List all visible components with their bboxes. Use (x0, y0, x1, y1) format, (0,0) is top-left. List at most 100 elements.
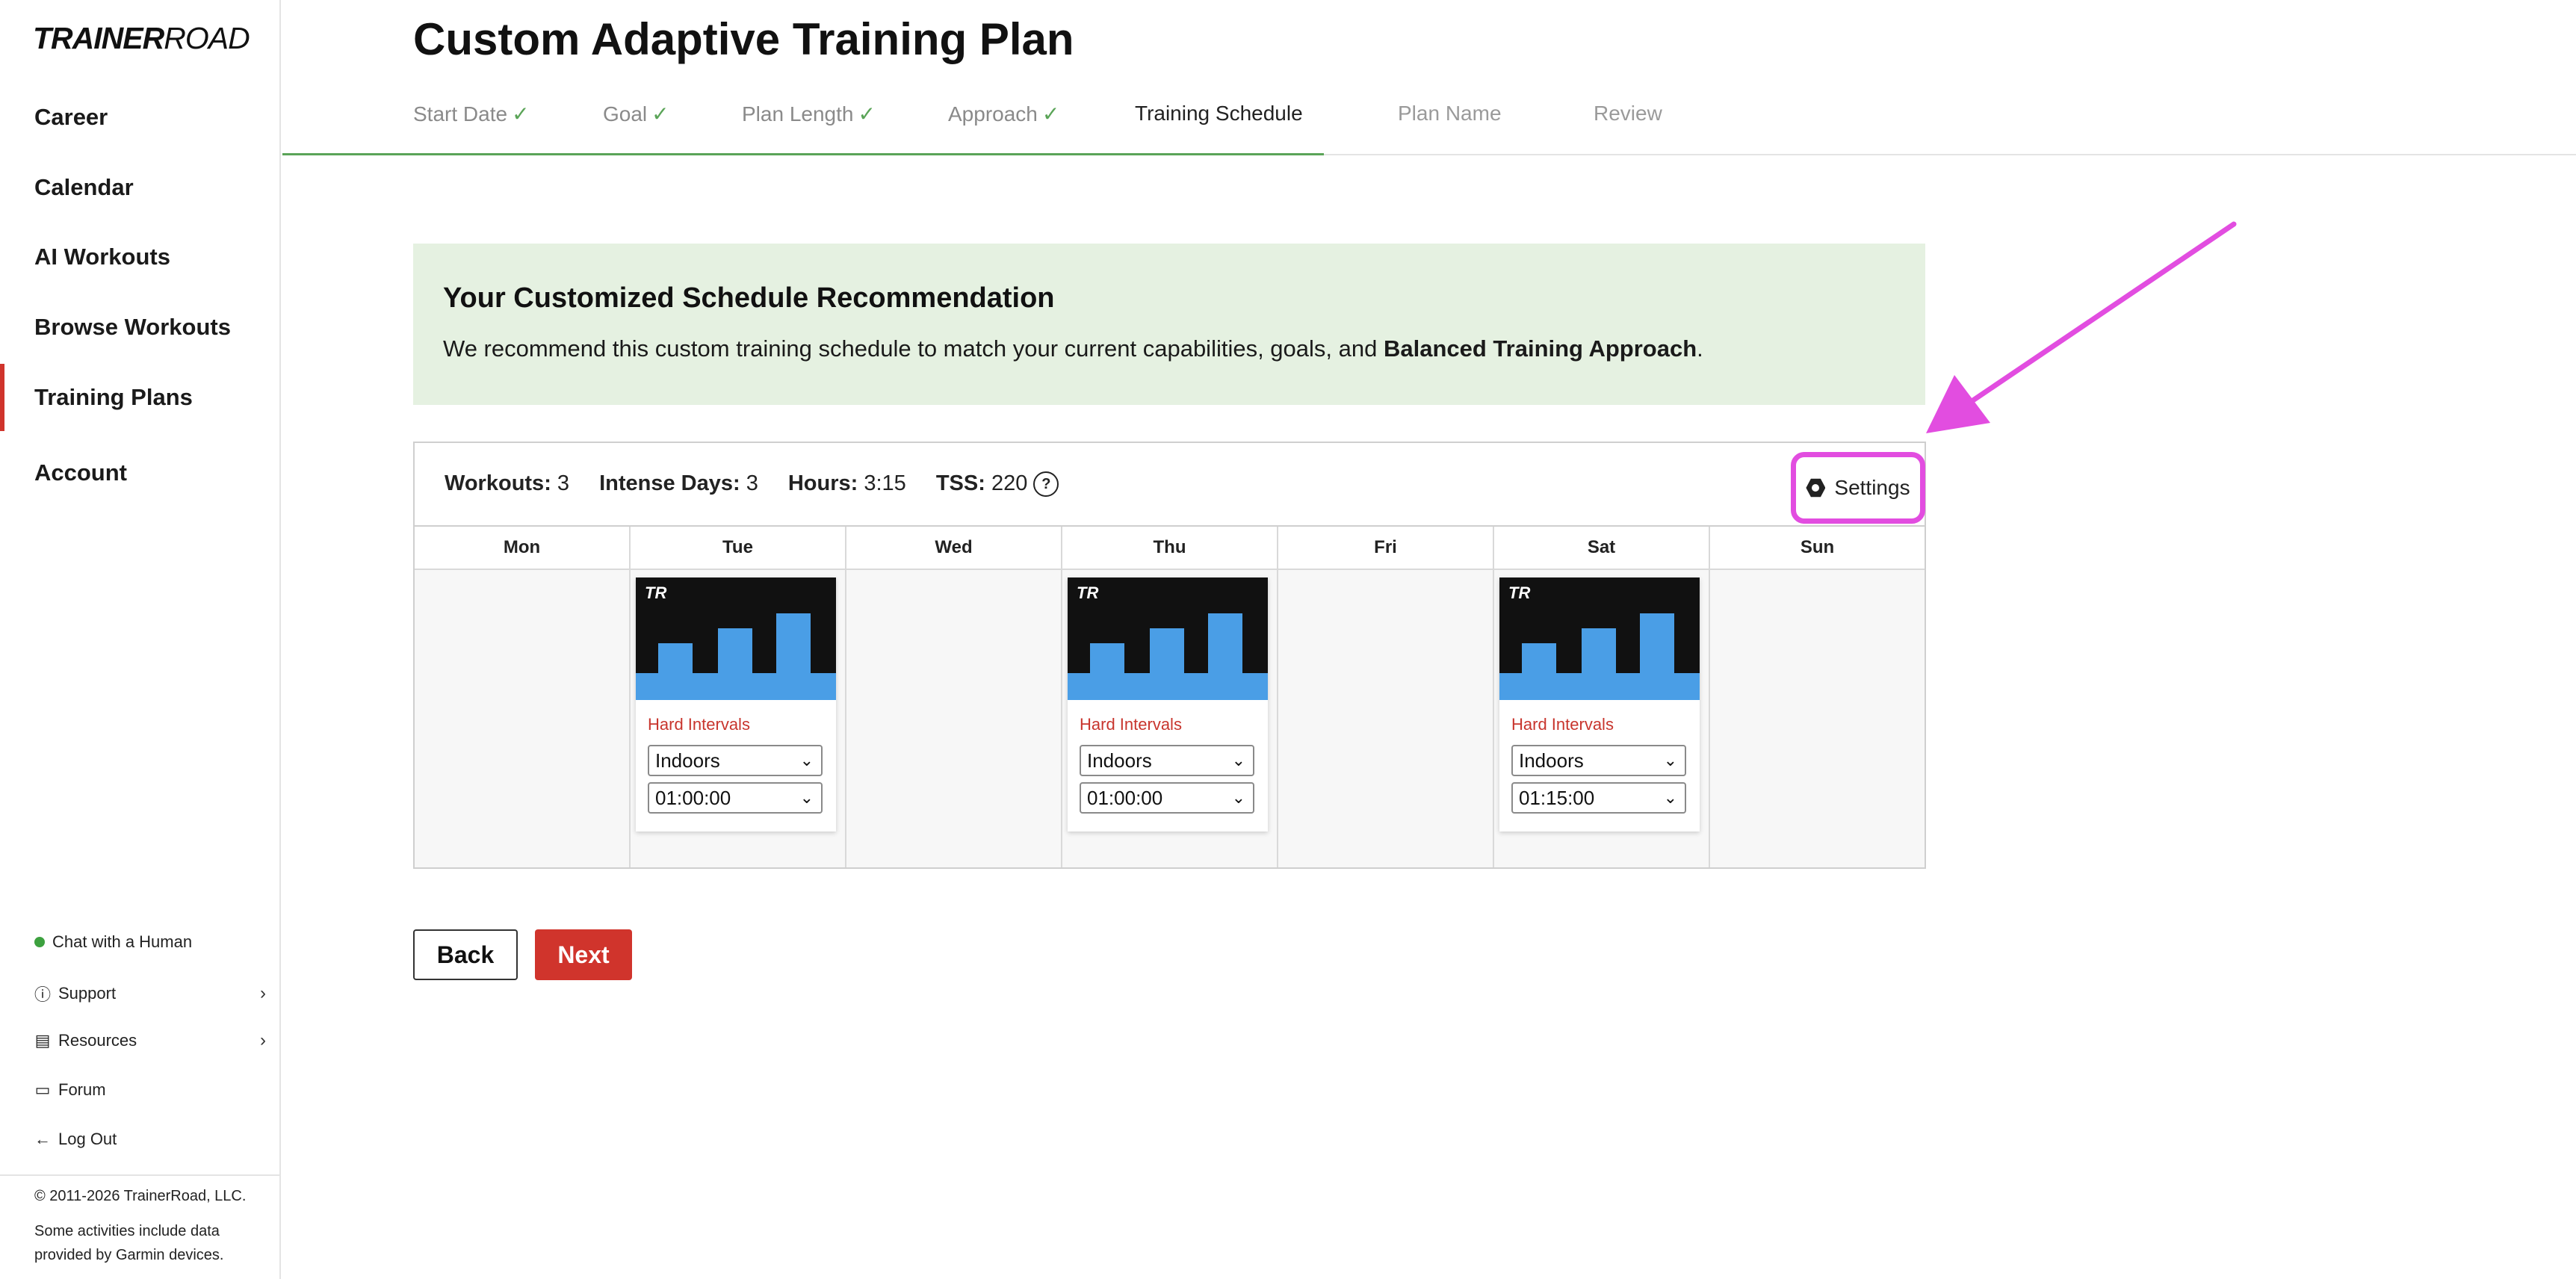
location-value: Indoors (1087, 749, 1152, 772)
banner-text-suffix: . (1697, 335, 1703, 362)
duration-select[interactable]: 01:00:00 ⌄ (648, 782, 823, 814)
trainerroad-logo[interactable]: TRAINERROAD (33, 21, 250, 56)
workout-bar (1640, 613, 1674, 700)
stat-label: TSS: (935, 471, 985, 495)
tr-logo: TR (1077, 583, 1099, 602)
day-column-tue[interactable]: TR Hard Intervals Indoors ⌄ 01:00:00 ⌄ (631, 570, 846, 867)
duration-value: 01:00:00 (655, 786, 731, 809)
tss-help-icon[interactable]: ? (1033, 471, 1059, 498)
day-header-row: Mon Tue Wed Thu Fri Sat Sun (415, 527, 1925, 570)
workout-bar (1582, 628, 1616, 700)
sidebar-item-ai-workouts[interactable]: AI Workouts (0, 223, 279, 291)
resources-link[interactable]: ▤ Resources › (34, 1030, 266, 1050)
training-schedule-grid: Workouts: 3 Intense Days: 3 Hours: 3:15 … (413, 442, 1926, 869)
workout-profile-graph: TR (1068, 577, 1268, 700)
arrow-left-icon: ← (34, 1130, 51, 1148)
day-column-wed[interactable] (846, 570, 1062, 867)
stat-workouts: Workouts: 3 (445, 471, 569, 497)
day-column-sun[interactable] (1710, 570, 1925, 867)
online-status-dot (34, 937, 45, 947)
stat-value: 220 (991, 471, 1028, 495)
workout-bar (658, 643, 693, 700)
sidebar-item-calendar[interactable]: Calendar (0, 154, 279, 221)
stat-value: 3 (746, 471, 758, 495)
sidebar-item-browse-workouts[interactable]: Browse Workouts (0, 294, 279, 361)
stat-value: 3:15 (864, 471, 906, 495)
sidebar-divider (0, 1174, 279, 1176)
step-approach[interactable]: Approach ✓ (948, 102, 1059, 126)
settings-button[interactable]: Settings (1791, 452, 1925, 524)
schedule-stats: Workouts: 3 Intense Days: 3 Hours: 3:15 … (445, 471, 1059, 498)
settings-label: Settings (1834, 476, 1910, 499)
check-icon: ✓ (858, 102, 876, 126)
location-select[interactable]: Indoors ⌄ (1080, 745, 1254, 776)
workout-card-thu[interactable]: TR Hard Intervals Indoors ⌄ 01:00:00 ⌄ (1068, 577, 1268, 831)
forum-label: Forum (58, 1080, 106, 1099)
support-link[interactable]: ⓘ Support › (34, 982, 266, 1006)
sidebar: TRAINERROAD Career Calendar AI Workouts … (0, 0, 281, 1279)
chevron-down-icon: ⌄ (799, 751, 814, 769)
location-select[interactable]: Indoors ⌄ (1511, 745, 1686, 776)
banner-title: Your Customized Schedule Recommendation (443, 282, 1055, 314)
logout-link[interactable]: ← Log Out (34, 1130, 266, 1149)
sidebar-item-career[interactable]: Career (0, 84, 279, 151)
tr-logo: TR (1508, 583, 1531, 602)
step-label: Start Date (413, 102, 508, 126)
logout-label: Log Out (58, 1130, 117, 1148)
logo-text-bold: TRAINER (33, 21, 164, 55)
stat-label: Workouts: (445, 471, 551, 495)
schedule-summary-bar: Workouts: 3 Intense Days: 3 Hours: 3:15 … (415, 443, 1925, 527)
location-select[interactable]: Indoors ⌄ (648, 745, 823, 776)
workout-card-sat[interactable]: TR Hard Intervals Indoors ⌄ 01:15:00 ⌄ (1499, 577, 1700, 831)
chat-with-human-link[interactable]: Chat with a Human (34, 932, 266, 952)
day-header-wed: Wed (846, 527, 1062, 569)
chevron-right-icon: › (260, 983, 266, 1003)
copyright-text: © 2011-2026 TrainerRoad, LLC. (34, 1188, 247, 1204)
workout-card-tue[interactable]: TR Hard Intervals Indoors ⌄ 01:00:00 ⌄ (636, 577, 836, 831)
chat-bubble-icon: ▭ (34, 1080, 51, 1099)
workout-profile-graph: TR (1499, 577, 1700, 700)
duration-select[interactable]: 01:15:00 ⌄ (1511, 782, 1686, 814)
banner-text: We recommend this custom training schedu… (443, 335, 1895, 362)
banner-text-prefix: We recommend this custom training schedu… (443, 335, 1384, 362)
duration-select[interactable]: 01:00:00 ⌄ (1080, 782, 1254, 814)
stat-intense-days: Intense Days: 3 (599, 471, 758, 497)
stat-label: Intense Days: (599, 471, 740, 495)
workout-bar (1150, 628, 1184, 700)
chevron-down-icon: ⌄ (1231, 751, 1245, 769)
workout-profile-graph: TR (636, 577, 836, 700)
workout-bar (776, 613, 811, 700)
next-button[interactable]: Next (535, 929, 632, 980)
chevron-down-icon: ⌄ (1231, 788, 1245, 807)
chevron-down-icon: ⌄ (1663, 788, 1677, 807)
resources-icon: ▤ (34, 1031, 51, 1050)
step-training-schedule[interactable]: Training Schedule (1135, 102, 1303, 126)
step-start-date[interactable]: Start Date ✓ (413, 102, 530, 126)
step-plan-length[interactable]: Plan Length ✓ (742, 102, 876, 126)
step-review: Review (1594, 102, 1662, 125)
garmin-disclaimer: Some activities include data provided by… (34, 1223, 224, 1263)
tr-logo: TR (645, 583, 667, 602)
check-icon: ✓ (651, 102, 669, 126)
day-column-fri[interactable] (1278, 570, 1494, 867)
day-column-mon[interactable] (415, 570, 631, 867)
annotation-arrow-icon (1926, 221, 2237, 433)
step-goal[interactable]: Goal ✓ (603, 102, 669, 126)
chat-label: Chat with a Human (52, 932, 193, 951)
day-column-thu[interactable]: TR Hard Intervals Indoors ⌄ 01:00:00 ⌄ (1062, 570, 1278, 867)
back-button[interactable]: Back (413, 929, 518, 980)
step-label: Plan Length (742, 102, 854, 126)
day-column-sat[interactable]: TR Hard Intervals Indoors ⌄ 01:15:00 ⌄ (1494, 570, 1710, 867)
hexagon-settings-icon (1806, 478, 1826, 498)
forum-link[interactable]: ▭ Forum (34, 1080, 266, 1100)
support-label: Support (58, 984, 117, 1003)
step-label: Goal (603, 102, 648, 126)
page-title: Custom Adaptive Training Plan (413, 14, 1074, 64)
sidebar-item-account[interactable]: Account (0, 439, 279, 507)
day-columns: TR Hard Intervals Indoors ⌄ 01:00:00 ⌄ T… (415, 570, 1925, 867)
sidebar-item-training-plans[interactable]: Training Plans (0, 364, 279, 431)
location-value: Indoors (655, 749, 720, 772)
step-progress-bar (282, 153, 1324, 155)
day-header-mon: Mon (415, 527, 631, 569)
stat-value: 3 (557, 471, 570, 495)
